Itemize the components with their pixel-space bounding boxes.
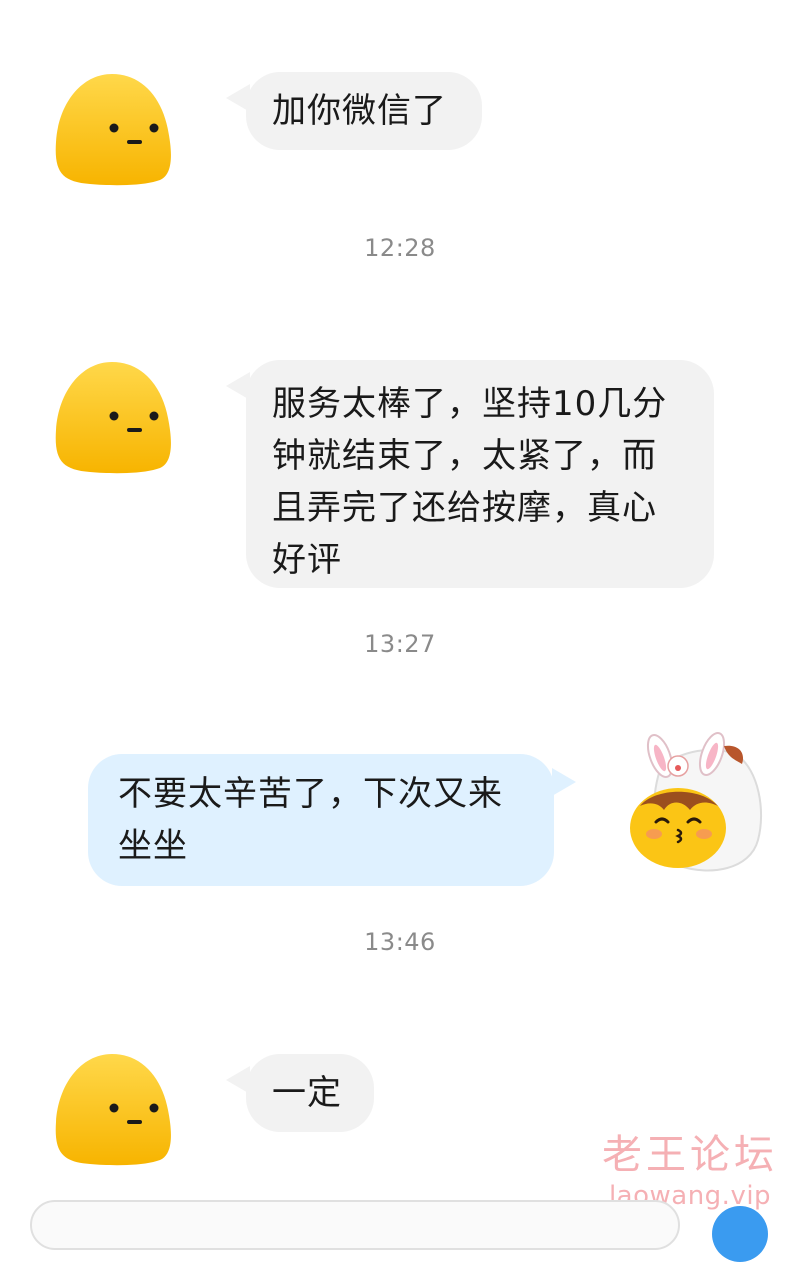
- timestamp: 12:28: [364, 234, 436, 262]
- incoming-message-bubble[interactable]: 加你微信了: [246, 72, 482, 150]
- message-text: 不要太辛苦了，下次又来坐坐: [118, 774, 503, 866]
- message-text: 加你微信了: [272, 91, 447, 131]
- message-input[interactable]: [30, 1200, 680, 1250]
- bubble-tail: [552, 768, 576, 796]
- outgoing-message-bubble[interactable]: 不要太辛苦了，下次又来坐坐: [88, 754, 554, 886]
- send-button[interactable]: [712, 1206, 768, 1262]
- message-text: 一定: [272, 1073, 342, 1113]
- contact-avatar[interactable]: [50, 1050, 174, 1168]
- timestamp: 13:27: [364, 630, 436, 658]
- timestamp: 13:46: [364, 928, 436, 956]
- incoming-message-bubble[interactable]: 服务太棒了，坚持10几分钟就结束了，太紧了，而且弄完了还给按摩，真心好评: [246, 360, 714, 588]
- contact-avatar[interactable]: [50, 358, 174, 476]
- watermark-title: 老王论坛: [602, 1132, 778, 1178]
- incoming-message-bubble[interactable]: 一定: [246, 1054, 374, 1132]
- self-avatar[interactable]: [620, 730, 770, 880]
- message-text: 服务太棒了，坚持10几分钟就结束了，太紧了，而且弄完了还给按摩，真心好评: [272, 384, 668, 580]
- contact-avatar[interactable]: [50, 70, 174, 188]
- chat-window: 加你微信了 12:28 服务太棒了，坚持10几分钟就结束了，太紧了，而且弄完了还…: [0, 0, 800, 1262]
